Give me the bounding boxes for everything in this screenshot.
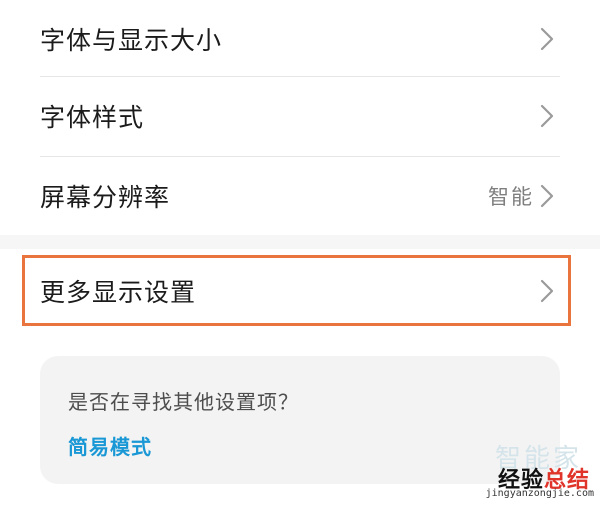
chevron-right-icon [540,279,554,303]
chevron-right-icon [540,27,554,51]
section-separator [0,235,600,249]
settings-row-label: 字体样式 [40,103,145,132]
resolution-value: 智能 [488,185,534,209]
settings-row-more-display-settings[interactable]: 更多显示设置 [0,252,600,330]
settings-row-label: 字体与显示大小 [40,26,223,55]
settings-group-display: 字体与显示大小 字体样式 屏幕分辨率 智能 [0,0,600,235]
settings-row-font-style[interactable]: 字体样式 [0,77,600,155]
settings-row-label: 更多显示设置 [40,278,197,307]
chevron-right-icon [540,104,554,128]
settings-row-font-and-display-size[interactable]: 字体与显示大小 [0,0,600,78]
simple-mode-link[interactable]: 简易模式 [68,431,152,460]
chevron-right-icon [540,184,554,208]
suggestion-card: 是否在寻找其他设置项？ 简易模式 [40,356,560,484]
settings-row-label: 屏幕分辨率 [40,183,171,212]
suggestion-question: 是否在寻找其他设置项？ [68,390,299,414]
settings-row-screen-resolution[interactable]: 屏幕分辨率 智能 [0,157,600,235]
